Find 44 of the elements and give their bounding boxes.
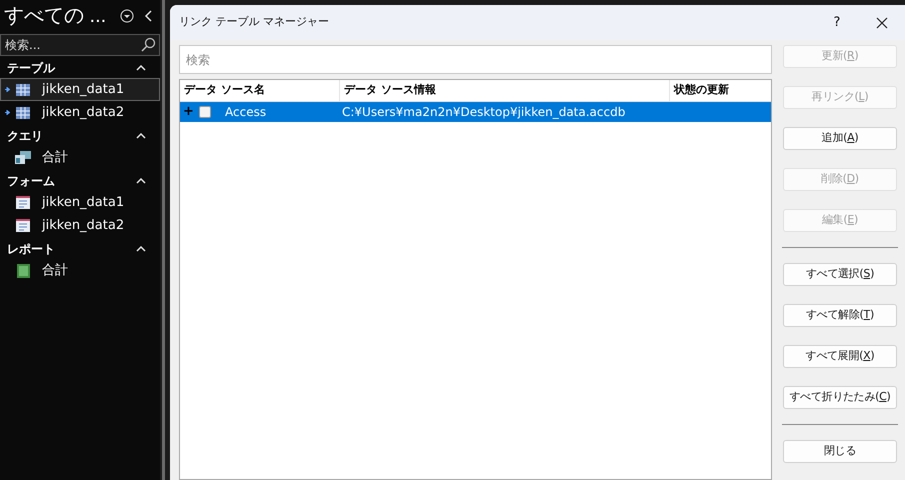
nav-item[interactable]: jikken_data2 <box>0 214 160 237</box>
row-checkbox[interactable] <box>199 106 211 118</box>
link-arrow-icon <box>5 110 10 115</box>
nav-item[interactable]: jikken_data1 <box>0 191 160 214</box>
pane-title: すべての ... <box>4 4 108 29</box>
column-header[interactable]: 状態の更新 <box>670 80 771 101</box>
form-icon <box>16 196 30 209</box>
nav-item[interactable]: 合計 <box>0 259 160 282</box>
nav-item[interactable]: jikken_data2 <box>0 101 160 124</box>
search-field[interactable]: 検索... <box>0 34 160 56</box>
nav-item[interactable]: 合計 <box>0 146 160 169</box>
collapse-caret-icon[interactable] <box>136 246 146 252</box>
collapse-caret-icon[interactable] <box>136 133 146 139</box>
query-icon <box>15 151 31 164</box>
help-button[interactable]: ? <box>815 8 859 38</box>
dropdown-circle-icon[interactable] <box>120 9 134 23</box>
nav-item[interactable]: jikken_data1 <box>0 78 160 101</box>
table-icon <box>16 84 30 96</box>
group-header[interactable]: フォーム <box>7 172 136 190</box>
column-header[interactable]: データ ソース名 <box>180 80 340 101</box>
group-header[interactable]: レポート <box>7 240 136 258</box>
table-cell-text: Access <box>225 104 266 121</box>
table-icon <box>16 106 30 118</box>
link-arrow-icon <box>5 87 10 92</box>
dialog-button[interactable]: すべて展開(X) <box>783 345 897 368</box>
window-title: リンク テーブル マネージャー <box>179 14 330 30</box>
search-icon[interactable] <box>140 37 156 53</box>
dialog-button[interactable]: すべて折りたたみ(C) <box>783 386 897 409</box>
dialog-button[interactable]: すべて選択(S) <box>783 263 897 286</box>
group-header[interactable]: テーブル <box>7 59 136 77</box>
table-row[interactable]: + Access C:¥Users¥ma2n2n¥Desktop¥jikken_data.accdb <box>180 102 771 122</box>
expand-toggle[interactable]: + <box>183 102 191 122</box>
collapse-caret-icon[interactable] <box>136 178 146 184</box>
collapse-pane-icon[interactable] <box>144 10 152 22</box>
form-icon <box>16 219 30 232</box>
dialog-button[interactable]: すべて解除(T) <box>783 304 897 327</box>
table-cell-text: C:¥Users¥ma2n2n¥Desktop¥jikken_data.accdb <box>341 104 626 121</box>
dialog-button[interactable]: 閉じる <box>783 440 897 463</box>
group-header[interactable]: クエリ <box>7 127 136 145</box>
column-header[interactable]: データ ソース情報 <box>340 80 670 101</box>
collapse-caret-icon[interactable] <box>136 65 146 71</box>
dialog-button[interactable]: 追加(A) <box>783 127 897 150</box>
report-icon <box>16 264 30 278</box>
close-icon <box>876 16 888 28</box>
